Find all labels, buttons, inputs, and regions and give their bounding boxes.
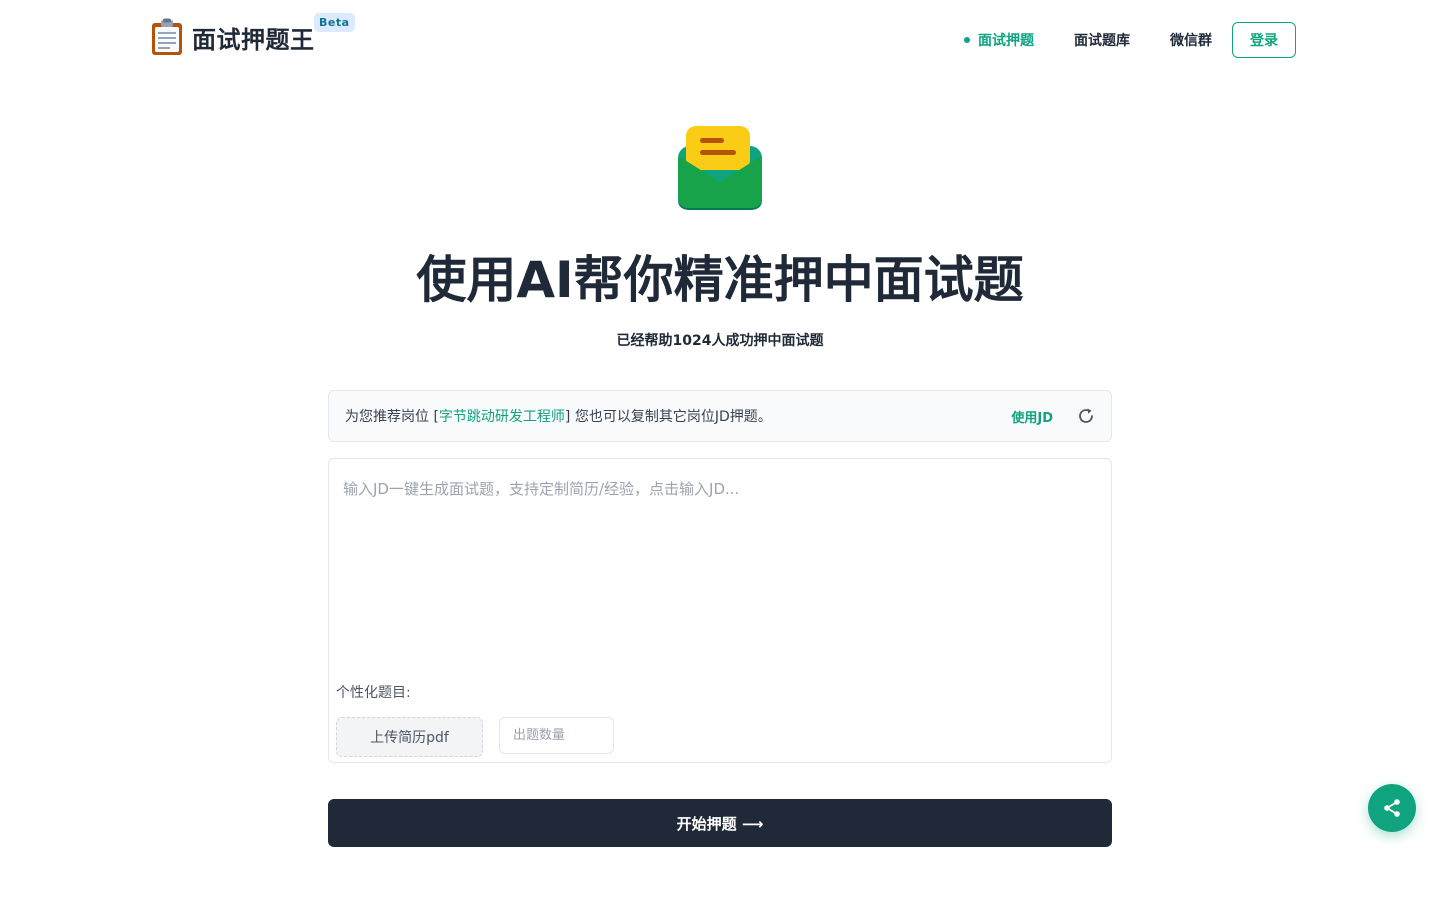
suggestion-prefix: 为您推荐岗位 [ xyxy=(345,409,439,425)
nav-item-interview-predict[interactable]: 面试押题 xyxy=(964,30,1034,50)
jd-textarea[interactable] xyxy=(330,460,1110,660)
job-suggestion-bar: 为您推荐岗位 [字节跳动研发工程师] 您也可以复制其它岗位JD押题。 使用JD xyxy=(328,390,1112,442)
envelope-letter-icon xyxy=(678,126,762,210)
question-count-input[interactable] xyxy=(499,717,614,754)
site-header: 面试押题王 Beta 面试押题 面试题库 微信群 登录 xyxy=(0,0,1440,80)
logo-text: 面试押题王 xyxy=(192,25,315,54)
suggestion-text: 为您推荐岗位 [字节跳动研发工程师] 您也可以复制其它岗位JD押题。 xyxy=(345,406,1011,426)
upload-resume-button[interactable]: 上传简历pdf xyxy=(336,717,483,757)
share-button[interactable] xyxy=(1368,784,1416,832)
beta-badge: Beta xyxy=(314,13,355,32)
clipboard-icon xyxy=(152,18,182,55)
share-icon xyxy=(1384,799,1400,817)
main-nav: 面试押题 面试题库 微信群 登录 xyxy=(924,22,1296,58)
page-title: 使用AI帮你精准押中面试题 xyxy=(416,251,1024,309)
nav-item-label: 微信群 xyxy=(1170,33,1212,49)
login-button[interactable]: 登录 xyxy=(1232,22,1296,58)
use-jd-button[interactable]: 使用JD xyxy=(1011,407,1053,426)
jd-input-card: 个性化题目: 上传简历pdf xyxy=(328,458,1112,763)
suggested-job-link[interactable]: 字节跳动研发工程师 xyxy=(439,409,565,425)
nav-item-wechat-group[interactable]: 微信群 xyxy=(1170,30,1212,50)
suggestion-suffix: ] 您也可以复制其它岗位JD押题。 xyxy=(564,409,772,425)
nav-item-question-bank[interactable]: 面试题库 xyxy=(1074,30,1130,50)
nav-item-label: 面试押题 xyxy=(978,33,1034,49)
refresh-icon[interactable] xyxy=(1077,407,1095,425)
custom-questions-label: 个性化题目: xyxy=(336,685,411,701)
page-subtitle: 已经帮助1024人成功押中面试题 xyxy=(616,333,824,349)
active-dot xyxy=(964,37,970,43)
logo[interactable]: 面试押题王 Beta xyxy=(150,13,355,58)
start-predict-button[interactable]: 开始押题 ⟶ xyxy=(328,799,1112,847)
nav-item-label: 面试题库 xyxy=(1074,33,1130,49)
